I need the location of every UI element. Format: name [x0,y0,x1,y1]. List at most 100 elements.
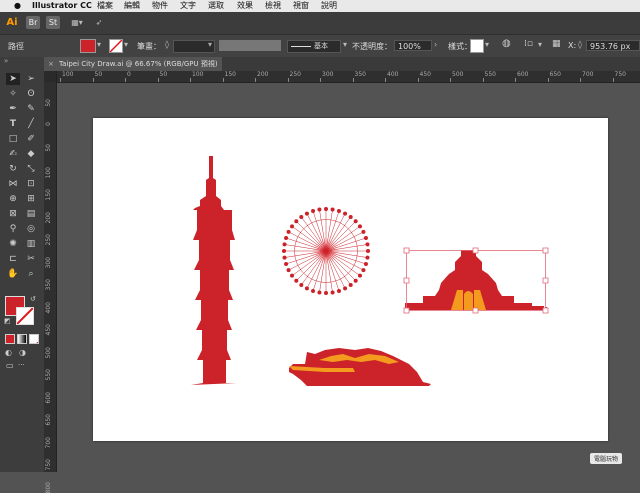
magic-wand-tool-icon[interactable]: ✧ [6,88,20,100]
mesh-tool-icon[interactable]: ⊠ [6,208,20,220]
shape-builder-tool-icon[interactable]: ⊕ [6,193,20,205]
vertical-ruler[interactable]: 50 0 50 100 150 200 250 300 350 400 450 500 550 600 65… [44,71,57,493]
document-tab-bar: × Taipei City Draw.ai @ 66.67% (RGB/GPU … [44,57,640,71]
eyedropper-tool-icon[interactable]: ⚲ [6,223,20,235]
graphic-style-swatch[interactable] [470,39,484,53]
panel-collapse-icon[interactable]: » [4,57,8,65]
menu-view[interactable]: 檢視 [265,0,281,12]
width-tool-icon[interactable]: ⋈ [6,178,20,190]
ruler-label: 100 [45,166,52,178]
rectangle-tool-icon[interactable]: □ [6,133,20,145]
menu-type[interactable]: 文字 [180,0,196,12]
app-name-menu[interactable]: Illustrator CC [32,0,92,12]
pen-tool-icon[interactable]: ✒ [6,103,20,115]
gpu-performance-icon[interactable]: ➶ [92,16,106,29]
ruler-label: 750 [614,71,626,78]
ai-logo: Ai [6,17,18,28]
menu-select[interactable]: 選取 [208,0,224,12]
horizontal-ruler[interactable]: 100 50 0 50 100 150 200 250 300 350 400 450 500 550 60… [56,71,640,83]
menu-edit[interactable]: 編輯 [124,0,140,12]
slice-tool-icon[interactable]: ✂ [24,253,38,265]
ruler-label: 100 [192,71,204,78]
stroke-dropdown-icon[interactable]: ▾ [124,40,128,49]
x-stepper-icon[interactable]: ◊ [578,40,582,49]
align-icon[interactable]: ⁞▫ [524,39,533,49]
zoom-tool-icon[interactable]: ⌕ [24,268,38,280]
ruler-label: 0 [127,71,131,78]
eraser-tool-icon[interactable]: ◆ [24,148,38,160]
artboard-tool-icon[interactable]: ⊏ [6,253,20,265]
close-tab-icon[interactable]: × [48,57,54,71]
bridge-button[interactable]: Br [26,16,40,29]
column-graph-tool-icon[interactable]: ▥ [24,238,38,250]
document-tab[interactable]: × Taipei City Draw.ai @ 66.67% (RGB/GPU … [44,57,222,71]
watermark-badge: 電腦玩物 [590,453,623,464]
gradient-tool-icon[interactable]: ▤ [24,208,38,220]
document-tab-title: Taipei City Draw.ai @ 66.67% (RGB/GPU 預視… [59,60,218,68]
type-tool-icon[interactable]: T [6,118,20,130]
none-mode-icon[interactable] [29,334,39,344]
opacity-label: 不透明度： [352,42,392,51]
opacity-dropdown-icon[interactable]: › [434,40,437,49]
drawing-modes-icon[interactable]: ◐ [5,348,12,357]
color-mode-icon[interactable] [5,334,15,344]
opacity-input[interactable]: 100% [394,40,432,51]
paintbrush-tool-icon[interactable]: ✐ [24,133,38,145]
line-segment-tool-icon[interactable]: ╱ [24,118,38,130]
curvature-tool-icon[interactable]: ✎ [24,103,38,115]
perspective-grid-tool-icon[interactable]: ⊞ [24,193,38,205]
direct-selection-tool-icon[interactable]: ➢ [24,73,38,85]
menu-object[interactable]: 物件 [152,0,168,12]
ruler-label: 250 [289,71,301,78]
scale-tool-icon[interactable]: ⤡ [24,163,38,175]
screen-mode-icon[interactable]: ▭ [6,361,14,370]
menu-file[interactable]: 檔案 [97,0,113,12]
ruler-label: 600 [45,391,52,403]
align-dropdown-icon[interactable]: ▾ [538,40,542,49]
fill-swatch[interactable] [80,39,96,53]
gradient-mode-icon[interactable] [17,334,27,344]
style-dropdown-icon[interactable]: ▾ [485,40,489,49]
edit-toolbar-icon[interactable]: ··· [18,361,25,369]
brush-definition-select[interactable]: 基本 [287,40,341,53]
menu-effect[interactable]: 效果 [237,0,253,12]
reference-point-icon[interactable]: ▦ [552,39,561,49]
artboard[interactable] [93,118,608,441]
ruler-label: 650 [45,414,52,426]
brush-dropdown-icon[interactable]: ▾ [343,40,347,49]
hand-tool-icon[interactable]: ✋ [6,268,20,280]
style-label: 樣式： [448,42,472,51]
ruler-label: 700 [45,436,52,448]
ruler-label: 350 [45,279,52,291]
shaper-tool-icon[interactable]: ✍ [6,148,20,160]
stroke-color-box[interactable] [16,307,34,325]
tools-panel: » ➤ ➢ ✧ ʘ ✒ ✎ T ╱ □ ✐ ✍ ◆ ↻ ⤡ ⋈ ⊡ ⊕ ⊞ ⊠ … [0,57,45,472]
ruler-label: 600 [517,71,529,78]
draw-inside-icon[interactable]: ◑ [19,348,26,357]
ruler-label: 50 [45,144,52,152]
rotate-tool-icon[interactable]: ↻ [6,163,20,175]
stroke-stepper-icon[interactable]: ◊ [165,40,169,49]
menu-help[interactable]: 說明 [321,0,337,12]
default-colors-icon[interactable]: ◩ [4,317,11,325]
swap-fill-stroke-icon[interactable]: ↺ [30,295,36,303]
apple-menu-icon[interactable]: ● [14,0,21,12]
recolor-artwork-icon[interactable]: ◍ [502,38,511,49]
selection-tool-icon[interactable]: ➤ [6,73,20,85]
ruler-origin[interactable] [44,71,56,82]
workspace-layout-icon[interactable]: ▦▾ [66,16,88,29]
ferris-wheel-artwork [282,207,370,295]
x-position-input[interactable]: 953.76 px [586,40,640,51]
ruler-label: 300 [322,71,334,78]
stroke-weight-input[interactable]: ▾ [173,40,215,53]
menu-window[interactable]: 視窗 [293,0,309,12]
stock-button[interactable]: St [46,16,60,29]
lasso-tool-icon[interactable]: ʘ [24,88,38,100]
stroke-swatch[interactable] [109,39,123,53]
fill-dropdown-icon[interactable]: ▾ [97,40,101,49]
free-transform-tool-icon[interactable]: ⊡ [24,178,38,190]
blend-tool-icon[interactable]: ◎ [24,223,38,235]
symbol-sprayer-tool-icon[interactable]: ✺ [6,238,20,250]
variable-width-profile[interactable] [219,40,281,51]
taipei-101-artwork [190,156,237,385]
